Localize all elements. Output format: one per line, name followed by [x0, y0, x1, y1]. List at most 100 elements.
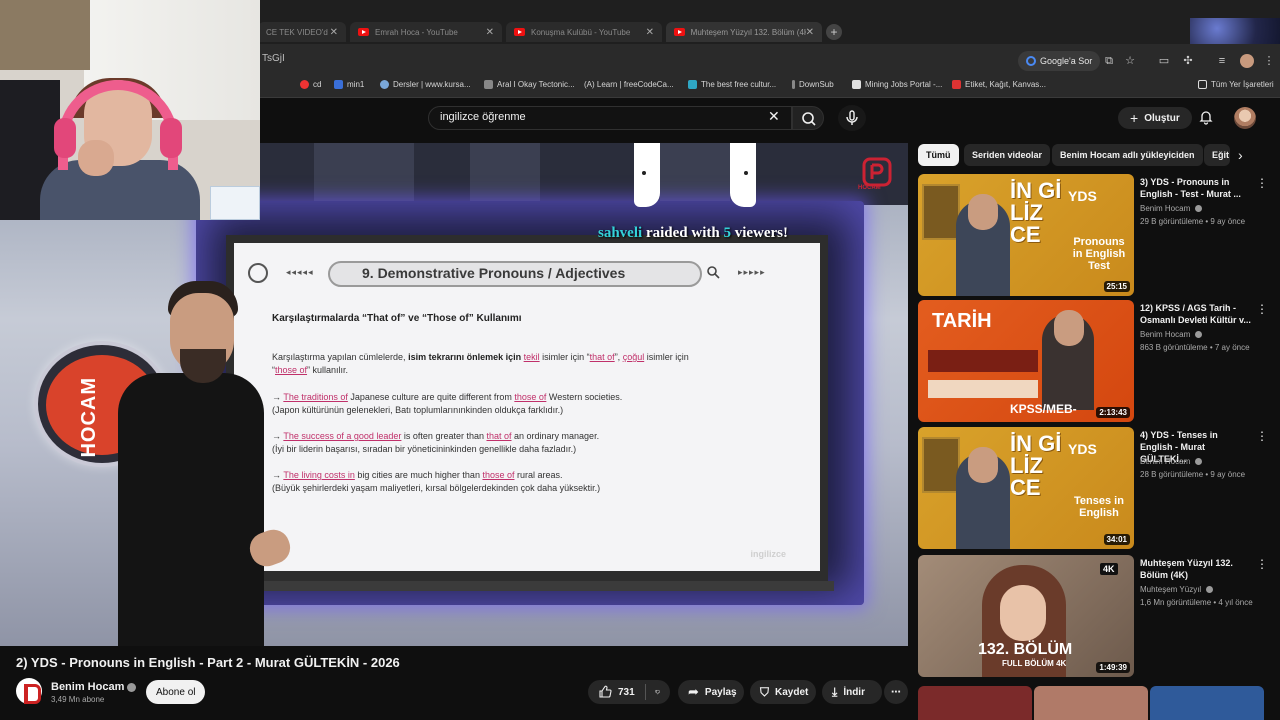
all-bookmarks-folder[interactable]: Tüm Yer İşaretleri [1198, 80, 1274, 89]
bookmark-favicon-icon [484, 80, 493, 89]
google-ask-button[interactable]: Google'a Sor [1018, 51, 1101, 71]
thumbnail-badge: YDS [1068, 188, 1097, 204]
notifications-bell-icon[interactable] [1198, 109, 1214, 125]
channel-avatar[interactable] [16, 678, 42, 704]
chip-next-chevron-icon[interactable]: › [1238, 147, 1243, 163]
example-text: is often greater than [401, 431, 487, 441]
save-button[interactable]: ⛉ Kaydet [750, 680, 816, 704]
example-translation: (Japon kültürünün gelenekleri, Batı topl… [272, 405, 564, 415]
media-control-icon[interactable]: ≡ [1215, 54, 1229, 68]
chip-education[interactable]: Eğit [1204, 144, 1230, 166]
tab-close-icon[interactable]: ✕ [646, 27, 654, 38]
intro-text: isimler için [644, 352, 689, 362]
bookmark-favicon-icon [952, 80, 961, 89]
plus-icon: + [1130, 110, 1139, 126]
bookmark-label: Dersler | www.kursa... [393, 80, 471, 89]
chip-all[interactable]: Tümü [918, 144, 959, 166]
example-text: an ordinary manager. [511, 431, 600, 441]
arrow: → [272, 392, 284, 402]
profile-avatar-icon[interactable] [1240, 54, 1254, 68]
recommendation-title[interactable]: 3) YDS - Pronouns in English - Test - Mu… [1140, 176, 1252, 200]
raid-count: 5 [723, 225, 731, 241]
partial-thumbnail[interactable] [1150, 686, 1264, 720]
extension-icon[interactable]: ▭ [1157, 54, 1171, 68]
video-thumbnail[interactable]: İN Gİ LİZ CE YDS Tenses in English 34:01 [918, 427, 1134, 549]
like-button[interactable]: 731 [598, 685, 635, 699]
tab-close-icon[interactable]: ✕ [330, 27, 338, 38]
ceiling-block [470, 143, 540, 201]
new-tab-button[interactable]: + [826, 24, 842, 40]
slide-search-icon [707, 266, 720, 279]
clear-search-icon[interactable]: ✕ [768, 108, 780, 125]
browser-tab[interactable]: CE TEK VIDEO'd ✕ [258, 22, 346, 42]
thumbnail-books [922, 184, 960, 240]
thumbnail-book-row [928, 380, 1038, 398]
tab-label: Muhteşem Yüzyıl 132. Bölüm (4K [690, 27, 806, 37]
slide-watermark: ingilizce [750, 549, 786, 559]
browser-tab-active[interactable]: Muhteşem Yüzyıl 132. Bölüm (4K ✕ [666, 22, 822, 42]
verified-icon [1195, 331, 1203, 339]
bookmark-item[interactable]: Dersler | www.kursa... [380, 80, 471, 89]
ceiling-block [660, 143, 730, 201]
thumbnail-subtitle: Pronouns in English Test [1072, 236, 1126, 272]
search-query: ingilizce öğrenme [440, 111, 526, 123]
tab-close-icon[interactable]: ✕ [806, 27, 814, 38]
chip-uploader[interactable]: Benim Hocam adlı yükleyiciden [1052, 144, 1203, 166]
recommendation-title[interactable]: Muhteşem Yüzyıl 132. Bölüm (4K) [1140, 557, 1252, 581]
more-options-icon[interactable]: ⋮ [1256, 302, 1268, 316]
thumbs-down-icon[interactable] [655, 685, 660, 699]
search-button[interactable] [792, 106, 824, 130]
presenter-body [118, 373, 264, 646]
bookmark-item[interactable]: The best free cultur... [688, 80, 776, 89]
video-thumbnail[interactable]: İN Gİ LİZ CE YDS Pronouns in English Tes… [918, 174, 1134, 296]
bookmark-item[interactable]: DownSub [792, 80, 834, 89]
bookmark-item[interactable]: cd [300, 80, 321, 89]
partial-thumbnail[interactable] [1034, 686, 1148, 720]
save-label: Kaydet [775, 686, 809, 698]
more-options-icon[interactable]: ⋮ [1256, 557, 1268, 571]
more-options-icon[interactable]: ⋮ [1256, 429, 1268, 443]
subscribe-button[interactable]: Abone ol [146, 680, 206, 704]
browser-tab[interactable]: Konuşma Kulübü - YouTube ✕ [506, 22, 662, 42]
intro-text: ” kullanılır. [307, 365, 349, 375]
partial-thumbnail[interactable] [918, 686, 1032, 720]
recommendation-title[interactable]: 12) KPSS / AGS Tarih - Osmanlı Devleti K… [1140, 302, 1252, 326]
bookmark-star-icon[interactable]: ☆ [1123, 54, 1137, 68]
bookmark-item[interactable]: min1 [334, 80, 364, 89]
bookmark-item[interactable]: Etiket, Kağıt, Kanvas... [952, 80, 1046, 89]
video-thumbnail[interactable]: TARİH KPSS/MEB- 2:13:43 [918, 300, 1134, 422]
tab-label: Konuşma Kulübü - YouTube [531, 27, 631, 37]
browser-tab[interactable]: Emrah Hoca - YouTube ✕ [350, 22, 502, 42]
account-avatar[interactable] [1234, 107, 1256, 129]
more-actions-button[interactable]: ⋯ [884, 680, 908, 704]
bookmark-item[interactable]: Aral I Okay Tectonic... [484, 80, 575, 89]
create-label: Oluştur [1144, 112, 1180, 124]
tab-close-icon[interactable]: ✕ [486, 27, 494, 38]
bookmark-item[interactable]: (A) Learn | freeCodeCa... [584, 80, 674, 89]
subscriber-count: 3,49 Mn abone [51, 695, 105, 704]
recommendation-item[interactable]: 4K 132. BÖLÜM FULL BÖLÜM 4K 1:49:39 Muht… [918, 555, 1268, 677]
headset-earcup [160, 118, 182, 158]
voice-search-button[interactable] [838, 105, 866, 131]
extensions-puzzle-icon[interactable]: ✣ [1181, 54, 1195, 68]
recommendation-item[interactable]: İN Gİ LİZ CE YDS Pronouns in English Tes… [918, 174, 1268, 296]
channel-name[interactable]: Benim Hocam [51, 681, 137, 693]
install-app-icon[interactable]: ⧉ [1102, 54, 1116, 68]
more-options-icon[interactable]: ⋮ [1256, 176, 1268, 190]
chip-series-videos[interactable]: Seriden videolar [964, 144, 1051, 166]
share-button[interactable]: ➦ Paylaş [678, 680, 744, 704]
create-button[interactable]: + Oluştur [1118, 107, 1192, 129]
recommendation-channel-name: Benim Hocam [1140, 457, 1191, 466]
bookmark-item[interactable]: Mining Jobs Portal -... [852, 80, 942, 89]
bookmark-label: min1 [347, 80, 365, 89]
recommendation-meta: 28 B görüntüleme • 9 ay önce [1140, 470, 1246, 479]
recommendation-item[interactable]: TARİH KPSS/MEB- 2:13:43 12) KPSS / AGS T… [918, 300, 1268, 422]
intro-text: Karşılaştırma yapılan cümlelerde, [272, 352, 409, 362]
folder-icon [1198, 80, 1207, 89]
browser-menu-icon[interactable]: ⋮ [1262, 54, 1276, 68]
slide-arrows-left: ◂◂◂◂◂ [286, 267, 314, 277]
download-button[interactable]: ⤓ İndir [822, 680, 882, 704]
recommendation-item[interactable]: İN Gİ LİZ CE YDS Tenses in English 34:01… [918, 427, 1268, 549]
bookmark-label: Etiket, Kağıt, Kanvas... [965, 80, 1046, 89]
video-thumbnail[interactable]: 4K 132. BÖLÜM FULL BÖLÜM 4K 1:49:39 [918, 555, 1134, 677]
